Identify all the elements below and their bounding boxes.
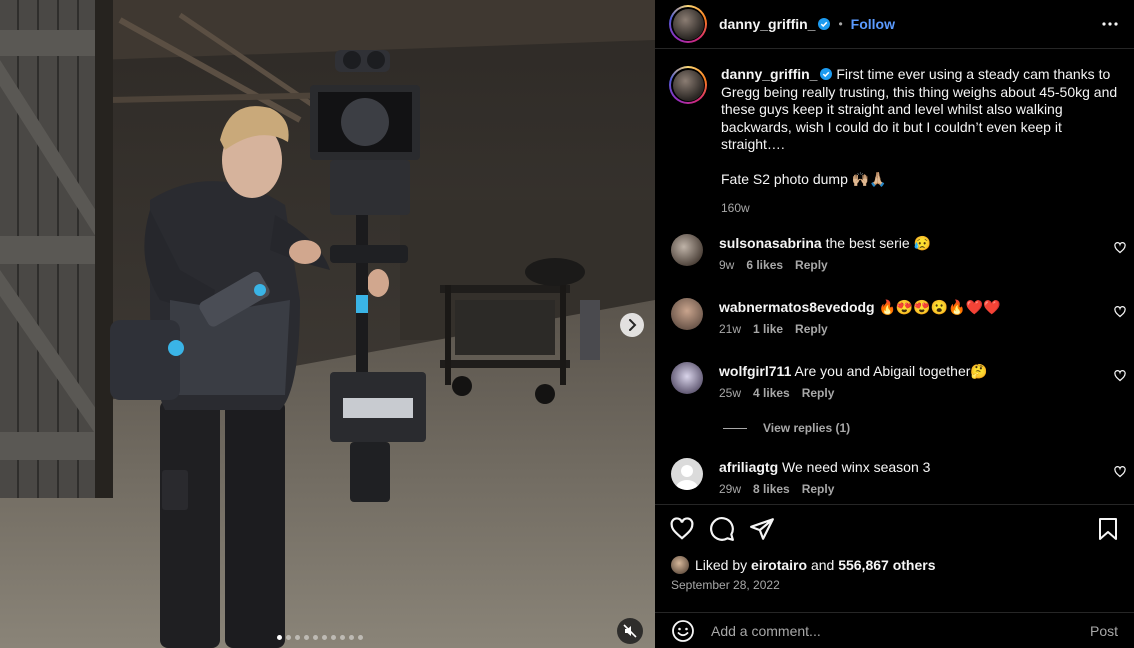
comment-item: afriliagtg We need winx season 3 29w 8 l…: [671, 458, 1126, 496]
replies-line: [723, 427, 747, 429]
reply-button[interactable]: Reply: [802, 482, 835, 496]
carousel-dot: [358, 635, 363, 640]
carousel-dot: [331, 635, 336, 640]
reply-button[interactable]: Reply: [802, 386, 835, 400]
post-comment-button[interactable]: Post: [1090, 623, 1118, 639]
comment-text: 🔥😍😍😮🔥❤️❤️: [878, 299, 1001, 315]
like-comment-heart-icon[interactable]: [1114, 370, 1126, 382]
follow-button[interactable]: Follow: [851, 16, 895, 32]
comment-likes[interactable]: 1 like: [753, 322, 783, 336]
author-avatar[interactable]: [669, 5, 707, 43]
verified-badge-icon: [820, 68, 833, 80]
post-photo: [0, 0, 655, 648]
post-date[interactable]: September 28, 2022: [671, 578, 780, 592]
separator-dot: •: [838, 17, 843, 31]
comment-bubble-icon[interactable]: [709, 516, 735, 542]
commenter-username[interactable]: sulsonasabrina: [719, 235, 822, 251]
reply-button[interactable]: Reply: [795, 322, 828, 336]
comment-text: Are you and Abigail together🤔: [794, 363, 988, 379]
view-replies-label: View replies (1): [763, 421, 851, 435]
author-username[interactable]: danny_griffin_: [719, 16, 815, 32]
liker-username[interactable]: eirotairo: [751, 557, 807, 573]
emoji-icon[interactable]: [671, 619, 695, 643]
verified-badge-icon: [818, 18, 831, 30]
comment-age: 25w: [719, 386, 742, 400]
carousel-dot: [277, 635, 282, 640]
comment-item: wolfgirl711 Are you and Abigail together…: [671, 362, 1126, 400]
more-options-icon[interactable]: [1102, 16, 1118, 32]
carousel-dot: [340, 635, 345, 640]
like-comment-heart-icon[interactable]: [1114, 242, 1126, 254]
likes-others-link[interactable]: 556,867 others: [838, 557, 935, 573]
carousel-dot: [313, 635, 318, 640]
commenter-avatar[interactable]: [671, 458, 703, 490]
comment-age: 21w: [719, 322, 742, 336]
post-caption: danny_griffin_ First time ever using a s…: [669, 66, 1125, 218]
reply-button[interactable]: Reply: [795, 258, 828, 272]
comment-likes[interactable]: 4 likes: [753, 386, 790, 400]
like-comment-heart-icon[interactable]: [1114, 306, 1126, 318]
commenter-username[interactable]: wolfgirl711: [719, 363, 791, 379]
caption-age[interactable]: 160w: [721, 200, 1125, 218]
like-comment-heart-icon[interactable]: [1114, 466, 1126, 478]
post-header: danny_griffin_ • Follow: [655, 0, 1134, 48]
save-bookmark-icon[interactable]: [1097, 516, 1119, 542]
post-media[interactable]: [0, 0, 655, 648]
like-heart-icon[interactable]: [669, 516, 695, 542]
carousel-indicator: [277, 635, 363, 640]
carousel-dot: [295, 635, 300, 640]
comment-item: wabnermatos8evedodg 🔥😍😍😮🔥❤️❤️ 21w 1 like…: [671, 298, 1126, 336]
header-divider: [655, 48, 1134, 49]
likes-summary: Liked by eirotairo and 556,867 others: [671, 556, 936, 574]
carousel-dot: [286, 635, 291, 640]
chevron-right-icon: [629, 319, 637, 331]
carousel-dot: [322, 635, 327, 640]
speaker-muted-icon: [623, 624, 637, 638]
caption-author-username[interactable]: danny_griffin_: [721, 66, 817, 82]
mute-button[interactable]: [617, 618, 643, 644]
comment-item: sulsonasabrina the best serie 😥 9w 6 lik…: [671, 234, 1126, 272]
default-avatar-icon: [676, 465, 698, 490]
comment-text: the best serie 😥: [825, 235, 931, 251]
comment-text: We need winx season 3: [782, 459, 931, 475]
comment-age: 9w: [719, 258, 735, 272]
comment-input-divider: [655, 612, 1134, 613]
action-bar: [669, 516, 1121, 542]
likes-conjunction: and: [810, 557, 835, 573]
next-photo-button[interactable]: [620, 313, 644, 337]
caption-text-second: Fate S2 photo dump 🙌🏼🙏🏼: [721, 170, 887, 187]
commenter-avatar[interactable]: [671, 234, 703, 266]
actions-divider: [655, 504, 1134, 505]
view-replies-button[interactable]: View replies (1): [723, 421, 850, 435]
commenter-avatar[interactable]: [671, 362, 703, 394]
caption-author-avatar[interactable]: [669, 66, 707, 104]
carousel-dot: [304, 635, 309, 640]
post-sidebar: danny_griffin_ • Follow danny_griffin_ F…: [655, 0, 1134, 648]
comment-likes[interactable]: 6 likes: [746, 258, 783, 272]
comment-input[interactable]: Add a comment...: [711, 623, 1071, 639]
comment-age: 29w: [719, 482, 742, 496]
comment-likes[interactable]: 8 likes: [753, 482, 790, 496]
commenter-avatar[interactable]: [671, 298, 703, 330]
likes-prefix: Liked by: [695, 557, 748, 573]
add-comment-bar: Add a comment... Post: [655, 614, 1134, 648]
share-plane-icon[interactable]: [749, 516, 775, 542]
carousel-dot: [349, 635, 354, 640]
liker-avatar[interactable]: [671, 556, 689, 574]
commenter-username[interactable]: afriliagtg: [719, 459, 778, 475]
commenter-username[interactable]: wabnermatos8evedodg: [719, 299, 875, 315]
